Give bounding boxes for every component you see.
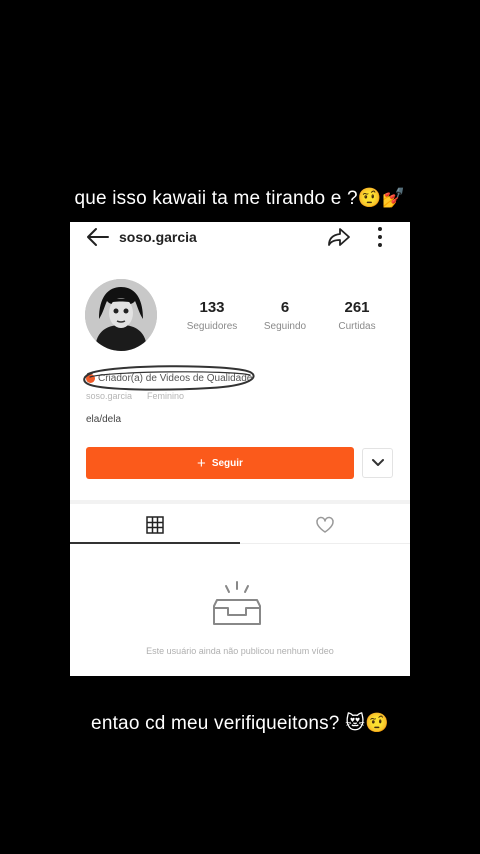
top-caption-text: que isso kawaii ta me tirando e ? <box>74 188 358 209</box>
pronouns: ela/dela <box>86 414 122 425</box>
top-bar: soso.garcia <box>70 222 410 252</box>
inbox-icon <box>208 578 266 635</box>
followers-count: 133 <box>199 299 225 316</box>
tab-videos[interactable] <box>70 508 240 542</box>
profile-screenshot: soso.garcia 133 Seguidores 6 Seguindo 26… <box>70 222 410 676</box>
likes-label: Curtidas <box>338 321 376 332</box>
more-options-icon[interactable] <box>376 225 384 254</box>
active-tab-indicator <box>70 542 240 544</box>
following-stat[interactable]: 6 Seguindo <box>245 299 325 332</box>
section-divider <box>70 500 410 504</box>
plus-icon: + <box>197 454 206 472</box>
tab-divider <box>240 543 410 544</box>
bottom-caption-text: entao cd meu verifiqueitons? <box>91 713 340 734</box>
bottom-caption: entao cd meu verifiqueitons? 😻🤨 <box>0 711 480 735</box>
likes-stat: 261 Curtidas <box>317 299 397 332</box>
avatar[interactable] <box>85 279 157 351</box>
followers-stat[interactable]: 133 Seguidores <box>172 299 252 332</box>
empty-state-text: Este usuário ainda não publicou nenhum v… <box>146 646 334 656</box>
top-caption-emoji: 🤨💅 <box>357 187 406 209</box>
follow-button-label: Seguir <box>211 457 243 469</box>
following-label: Seguindo <box>263 321 307 332</box>
profile-subline: soso.garcia Feminino <box>86 391 184 401</box>
likes-count: 261 <box>344 299 370 316</box>
suggestions-dropdown-button[interactable] <box>362 448 393 478</box>
back-arrow-icon[interactable] <box>84 226 110 253</box>
heart-icon <box>316 516 334 533</box>
grid-icon <box>146 516 164 534</box>
sub-gender: Feminino <box>147 391 185 401</box>
tab-liked[interactable] <box>240 508 410 542</box>
followers-label: Seguidores <box>186 321 238 332</box>
share-icon[interactable] <box>327 225 351 254</box>
chevron-down-icon <box>371 459 384 466</box>
top-caption: que isso kawaii ta me tirando e ?🤨💅 <box>0 186 480 210</box>
follow-button[interactable]: + Seguir <box>86 447 354 479</box>
sub-name: soso.garcia <box>86 391 133 401</box>
profile-username: soso.garcia <box>119 229 197 245</box>
following-count: 6 <box>280 299 290 316</box>
bottom-caption-emoji: 😻🤨 <box>345 712 389 734</box>
